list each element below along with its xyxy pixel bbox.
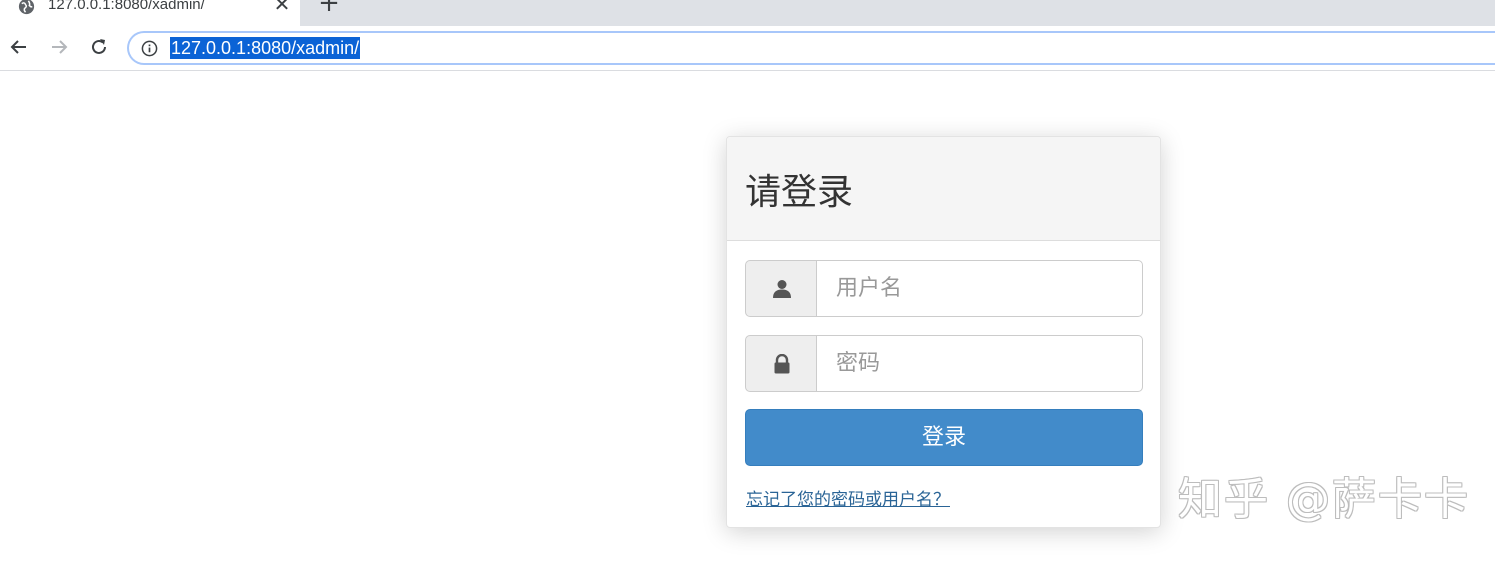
login-panel: 请登录 登录 忘记了您的密码或用户名？	[726, 136, 1161, 528]
username-group	[745, 260, 1143, 317]
forgot-password-link[interactable]: 忘记了您的密码或用户名？	[746, 485, 950, 510]
password-input[interactable]	[816, 335, 1143, 392]
tab-strip: 127.0.0.1:8080/xadmin/ ✕ +	[0, 0, 1495, 26]
login-title: 请登录	[745, 172, 854, 213]
arrow-left-icon[interactable]	[8, 36, 30, 58]
new-tab-button[interactable]: +	[318, 0, 340, 16]
login-panel-heading: 请登录	[727, 137, 1160, 241]
tab-close-button[interactable]: ✕	[272, 0, 292, 14]
username-input[interactable]	[816, 260, 1143, 317]
browser-toolbar: 127.0.0.1:8080/xadmin/	[0, 26, 1495, 71]
zhihu-watermark: 知乎 @萨卡卡	[1178, 474, 1470, 525]
lock-icon	[774, 354, 790, 374]
user-icon	[773, 280, 791, 298]
tab-title: 127.0.0.1:8080/xadmin/	[48, 0, 205, 13]
username-addon	[745, 260, 817, 317]
browser-tab[interactable]: 127.0.0.1:8080/xadmin/ ✕	[0, 0, 300, 26]
arrow-right-icon[interactable]	[48, 36, 70, 58]
reload-icon[interactable]	[88, 36, 110, 58]
address-bar[interactable]: 127.0.0.1:8080/xadmin/	[127, 31, 1495, 65]
login-button[interactable]: 登录	[745, 409, 1143, 466]
address-url[interactable]: 127.0.0.1:8080/xadmin/	[170, 37, 361, 59]
globe-icon	[18, 0, 35, 15]
password-addon	[745, 335, 817, 392]
info-icon[interactable]	[141, 40, 158, 57]
password-group	[745, 335, 1143, 392]
